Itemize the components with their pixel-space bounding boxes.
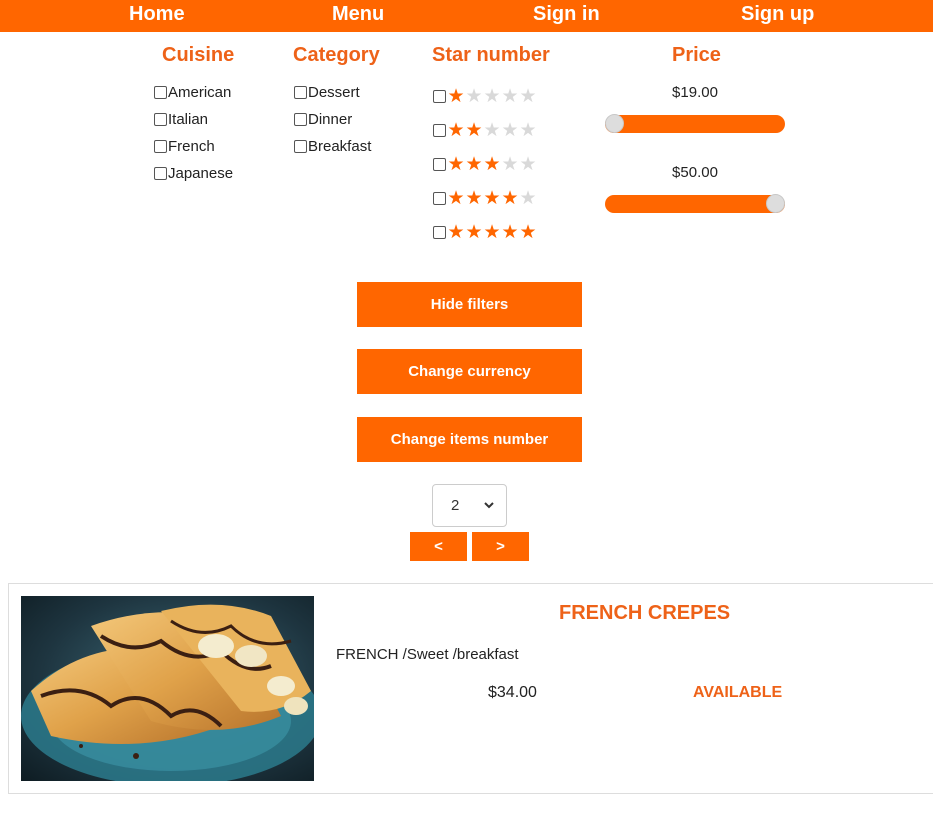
star-number-heading: Star number <box>432 44 550 66</box>
star-filled-icon: ★ <box>447 85 465 107</box>
cuisine-option-french[interactable]: French <box>154 136 215 156</box>
star-option-3[interactable]: ★ ★ ★ ★ ★ <box>433 153 537 175</box>
category-option-label: Dessert <box>308 83 360 101</box>
cuisine-option-label: Italian <box>168 110 209 128</box>
category-dessert-checkbox[interactable] <box>294 85 307 99</box>
prev-page-button[interactable]: < <box>410 532 467 561</box>
cuisine-option-label: American <box>168 83 232 101</box>
category-option-dessert[interactable]: Dessert <box>294 82 360 102</box>
cuisine-option-italian[interactable]: Italian <box>154 109 208 129</box>
star-filled-icon: ★ <box>447 153 465 175</box>
price-heading: Price <box>672 44 721 66</box>
star-empty-icon: ★ <box>465 85 483 107</box>
product-card[interactable]: FRENCH CREPES FRENCH /Sweet /breakfast $… <box>8 583 933 794</box>
items-per-page-select[interactable]: 2 <box>432 484 507 527</box>
star-filled-icon: ★ <box>447 119 465 141</box>
star-option-4[interactable]: ★ ★ ★ ★ ★ <box>433 187 537 209</box>
product-price: $34.00 <box>488 684 537 701</box>
top-nav: Home Menu Sign in Sign up <box>0 0 933 32</box>
price-min-slider-thumb[interactable] <box>605 114 624 133</box>
category-option-breakfast[interactable]: Breakfast <box>294 136 371 156</box>
category-option-label: Dinner <box>308 110 353 128</box>
star-empty-icon: ★ <box>501 119 519 141</box>
star-filled-icon: ★ <box>483 187 501 209</box>
nav-sign-in[interactable]: Sign in <box>533 3 600 26</box>
product-image[interactable] <box>21 596 314 781</box>
cuisine-italian-checkbox[interactable] <box>154 112 167 126</box>
chevron-down-icon <box>484 502 494 509</box>
star-filled-icon: ★ <box>465 221 483 243</box>
change-items-number-button[interactable]: Change items number <box>357 417 582 462</box>
items-per-page-value: 2 <box>451 497 460 514</box>
star-3-checkbox[interactable] <box>433 157 446 171</box>
category-dinner-checkbox[interactable] <box>294 112 307 126</box>
star-filled-icon: ★ <box>519 221 537 243</box>
nav-menu[interactable]: Menu <box>332 3 384 26</box>
cuisine-japanese-checkbox[interactable] <box>154 166 167 180</box>
category-option-dinner[interactable]: Dinner <box>294 109 352 129</box>
nav-home[interactable]: Home <box>129 3 185 26</box>
cuisine-heading: Cuisine <box>162 44 235 66</box>
cuisine-american-checkbox[interactable] <box>154 85 167 99</box>
hide-filters-button[interactable]: Hide filters <box>357 282 582 327</box>
category-heading: Category <box>293 44 380 66</box>
star-empty-icon: ★ <box>519 153 537 175</box>
cuisine-option-japanese[interactable]: Japanese <box>154 163 233 183</box>
price-min-value: $19.00 <box>672 84 718 101</box>
nav-sign-up[interactable]: Sign up <box>741 3 814 26</box>
category-option-label: Breakfast <box>308 137 372 155</box>
star-empty-icon: ★ <box>519 187 537 209</box>
cuisine-option-label: Japanese <box>168 164 234 182</box>
star-filled-icon: ★ <box>465 153 483 175</box>
product-title[interactable]: FRENCH CREPES <box>559 602 730 625</box>
star-4-checkbox[interactable] <box>433 191 446 205</box>
crepes-photo <box>21 596 314 781</box>
star-option-2[interactable]: ★ ★ ★ ★ ★ <box>433 119 537 141</box>
star-filled-icon: ★ <box>483 221 501 243</box>
star-filled-icon: ★ <box>501 187 519 209</box>
star-filled-icon: ★ <box>447 187 465 209</box>
star-empty-icon: ★ <box>483 85 501 107</box>
category-breakfast-checkbox[interactable] <box>294 139 307 153</box>
star-5-checkbox[interactable] <box>433 225 446 239</box>
star-empty-icon: ★ <box>501 153 519 175</box>
price-min-slider[interactable] <box>605 114 785 133</box>
product-status-badge: AVAILABLE <box>693 684 783 701</box>
cuisine-option-label: French <box>168 137 215 155</box>
star-option-5[interactable]: ★ ★ ★ ★ ★ <box>433 221 537 243</box>
star-filled-icon: ★ <box>501 221 519 243</box>
star-filled-icon: ★ <box>447 221 465 243</box>
star-filled-icon: ★ <box>465 119 483 141</box>
cuisine-french-checkbox[interactable] <box>154 139 167 153</box>
star-2-checkbox[interactable] <box>433 123 446 137</box>
star-empty-icon: ★ <box>501 85 519 107</box>
price-max-slider-thumb[interactable] <box>766 194 785 213</box>
price-max-slider[interactable] <box>605 194 785 213</box>
price-max-value: $50.00 <box>672 164 718 181</box>
change-currency-button[interactable]: Change currency <box>357 349 582 394</box>
cuisine-option-american[interactable]: American <box>154 82 231 102</box>
star-1-checkbox[interactable] <box>433 89 446 103</box>
star-empty-icon: ★ <box>519 119 537 141</box>
star-option-1[interactable]: ★ ★ ★ ★ ★ <box>433 85 537 107</box>
star-filled-icon: ★ <box>483 153 501 175</box>
product-meta: FRENCH /Sweet /breakfast <box>336 646 519 663</box>
next-page-button[interactable]: > <box>472 532 529 561</box>
star-filled-icon: ★ <box>465 187 483 209</box>
star-empty-icon: ★ <box>483 119 501 141</box>
star-empty-icon: ★ <box>519 85 537 107</box>
